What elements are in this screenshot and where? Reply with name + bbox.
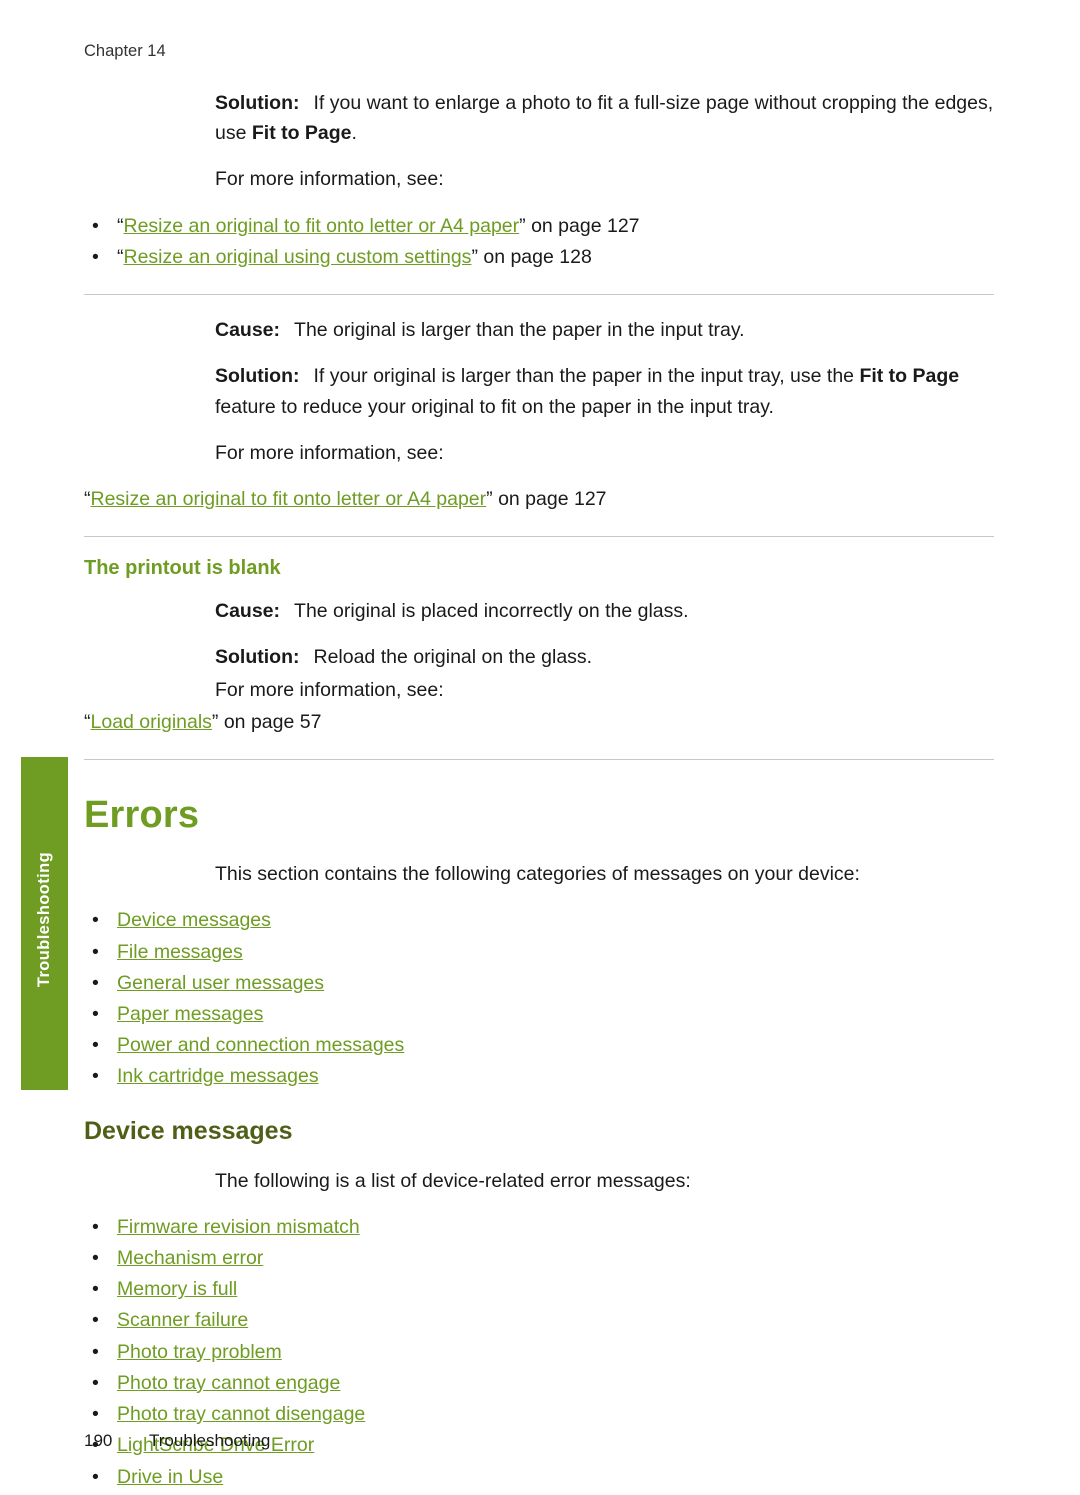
subsection-title-device-messages: Device messages (84, 1116, 293, 1145)
footer-section-name: Troubleshooting (149, 1431, 271, 1450)
list-item: “Resize an original using custom setting… (84, 242, 994, 272)
printout-blank-block: The printout is blank Cause: The original… (84, 557, 994, 737)
solution-label: Solution: (215, 646, 300, 669)
list-item: Memory is full (84, 1274, 994, 1304)
xref-link-ink-cartridge-messages[interactable]: Ink cartridge messages (117, 1065, 319, 1087)
chapter-label: Chapter 14 (84, 42, 166, 60)
more-info-text: For more information, see: (215, 168, 444, 191)
more-info-text: For more information, see: (215, 441, 444, 464)
quote-close-page: ” on page 127 (519, 214, 640, 237)
side-tab-troubleshooting: Troubleshooting (21, 757, 68, 1090)
cause-text: The original is larger than the paper in… (294, 319, 745, 342)
device-messages-intro: The following is a list of device-relate… (215, 1166, 994, 1196)
document-page: Chapter 14 Troubleshooting Solution: If y… (0, 0, 1080, 1495)
xref-link-power-connection-messages[interactable]: Power and connection messages (117, 1034, 404, 1056)
xref-link-paper-messages[interactable]: Paper messages (117, 1003, 263, 1025)
subsection-heading-printout-blank: The printout is blank (84, 557, 281, 580)
divider-2 (84, 536, 994, 538)
xref-link-resize-letter-a4[interactable]: Resize an original to fit onto letter or… (91, 488, 487, 510)
solution-bold-term: Fit to Page (251, 122, 352, 145)
quote-close-page: ” on page 128 (471, 245, 592, 268)
xref-link-resize-letter-a4[interactable]: Resize an original to fit onto letter or… (124, 215, 520, 237)
solution-block-1: Solution: If you want to enlarge a photo … (84, 88, 994, 272)
cause-paragraph-3: Cause: The original is placed incorrectly… (215, 596, 994, 626)
list-item: Photo tray cannot disengage (84, 1399, 994, 1429)
xref-paragraph-2: “Resize an original to fit onto letter o… (84, 484, 994, 514)
solution-text: If your original is larger than the pape… (313, 365, 860, 388)
xref-link-photo-tray-problem[interactable]: Photo tray problem (117, 1341, 282, 1363)
errors-intro: This section contains the following cate… (215, 859, 994, 889)
cause-text: The original is placed incorrectly on th… (294, 600, 689, 623)
solution-text-end: . (351, 122, 357, 145)
list-item: Paper messages (84, 999, 994, 1029)
list-item: Ink cartridge messages (84, 1061, 994, 1091)
list-item: General user messages (84, 968, 994, 998)
xref-link-photo-tray-cannot-disengage[interactable]: Photo tray cannot disengage (117, 1403, 365, 1425)
xref-link-drive-in-use[interactable]: Drive in Use (117, 1466, 223, 1488)
list-item: “Resize an original to fit onto letter o… (84, 211, 994, 241)
cause-solution-block-2: Cause: The original is larger than the pa… (84, 315, 994, 514)
solution-text: Reload the original on the glass. (313, 646, 593, 669)
quote-close-page: ” on page 127 (486, 487, 607, 510)
solution-paragraph-1: Solution: If you want to enlarge a photo … (215, 88, 994, 148)
solution-paragraph-3: Solution: Reload the original on the glas… (215, 642, 994, 672)
xref-link-photo-tray-cannot-engage[interactable]: Photo tray cannot engage (117, 1372, 340, 1394)
list-item: Power and connection messages (84, 1030, 994, 1060)
footer-page-number: 190 (84, 1431, 113, 1450)
list-item: Firmware revision mismatch (84, 1212, 994, 1242)
more-info-line-1: For more information, see: (215, 164, 994, 194)
xref-link-general-user-messages[interactable]: General user messages (117, 972, 324, 994)
solution-paragraph-2: Solution: If your original is larger than… (215, 361, 994, 421)
errors-link-list: Device messages File messages General us… (84, 905, 994, 1092)
xref-link-resize-custom[interactable]: Resize an original using custom settings (124, 246, 472, 268)
page-footer: 190 Troubleshooting (84, 1431, 270, 1451)
cause-paragraph-2: Cause: The original is larger than the pa… (215, 315, 994, 345)
more-info-line-3: For more information, see: (215, 675, 994, 705)
more-info-line-2: For more information, see: (215, 438, 994, 468)
xref-paragraph-3: “Load originals” on page 57 (84, 707, 994, 737)
divider-3 (84, 759, 994, 761)
solution-text-end: feature to reduce your original to fit o… (215, 395, 774, 418)
errors-intro-text: This section contains the following cate… (215, 863, 860, 886)
cause-label: Cause: (215, 600, 281, 623)
quote-close-page: ” on page 57 (211, 710, 322, 733)
more-info-text: For more information, see: (215, 678, 444, 701)
list-item: Mechanism error (84, 1243, 994, 1273)
cause-label: Cause: (215, 319, 281, 342)
xref-link-firmware-revision-mismatch[interactable]: Firmware revision mismatch (117, 1216, 360, 1238)
solution-bold-term: Fit to Page (859, 365, 960, 388)
xref-link-memory-is-full[interactable]: Memory is full (117, 1278, 237, 1300)
xref-link-mechanism-error[interactable]: Mechanism error (117, 1247, 263, 1269)
solution-label: Solution: (215, 92, 300, 114)
divider-1 (84, 294, 994, 296)
device-messages-intro-text: The following is a list of device-relate… (215, 1169, 691, 1192)
xref-link-device-messages[interactable]: Device messages (117, 909, 271, 931)
list-item: Photo tray cannot engage (84, 1368, 994, 1398)
side-tab-label: Troubleshooting (35, 851, 53, 988)
xref-list-1: “Resize an original to fit onto letter o… (84, 211, 994, 273)
page-content: Solution: If you want to enlarge a photo … (84, 88, 994, 1493)
xref-link-file-messages[interactable]: File messages (117, 941, 243, 963)
list-item: File messages (84, 937, 994, 967)
solution-label: Solution: (215, 365, 300, 388)
list-item: Device messages (84, 905, 994, 935)
section-title-errors: Errors (84, 794, 200, 837)
xref-link-load-originals[interactable]: Load originals (91, 711, 212, 733)
list-item: Drive in Use (84, 1462, 994, 1492)
xref-link-scanner-failure[interactable]: Scanner failure (117, 1309, 248, 1331)
list-item: Photo tray problem (84, 1337, 994, 1367)
list-item: Scanner failure (84, 1305, 994, 1335)
